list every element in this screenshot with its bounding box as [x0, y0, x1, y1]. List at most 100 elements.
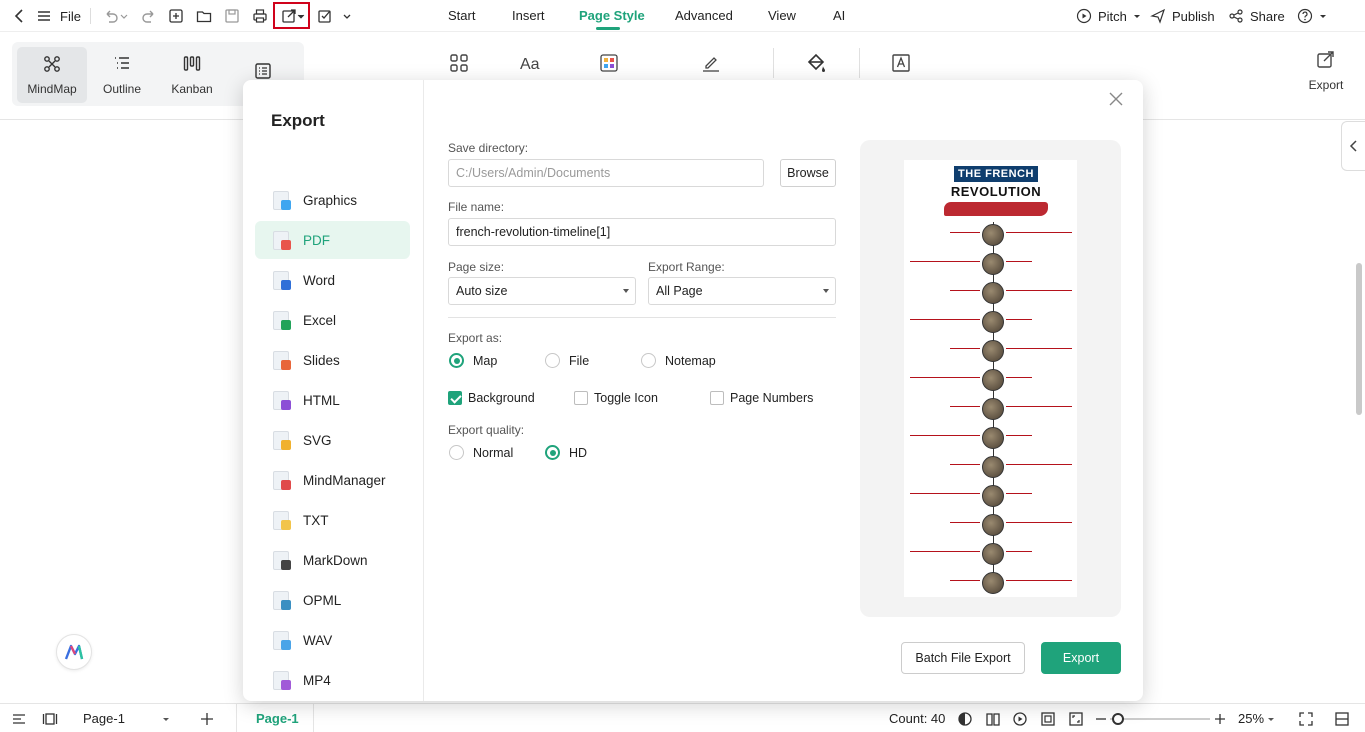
toggle-icon-checkbox[interactable] — [574, 391, 588, 405]
view-outline-button[interactable]: Outline — [87, 47, 157, 103]
theme-icon[interactable] — [957, 711, 973, 727]
format-item-excel[interactable]: Excel — [255, 301, 410, 339]
format-item-wav[interactable]: WAV — [255, 621, 410, 659]
more-dropdown-icon[interactable] — [342, 7, 352, 25]
format-label: MP4 — [303, 672, 331, 688]
print-icon[interactable] — [251, 7, 269, 25]
export-as-map-label: Map — [473, 354, 498, 368]
export-dropdown-icon[interactable] — [297, 7, 305, 25]
ribbon-export-button[interactable]: Export — [1303, 50, 1349, 92]
zoom-out-icon[interactable] — [1093, 711, 1109, 727]
undo-dropdown-icon[interactable] — [120, 7, 128, 25]
undo-icon[interactable] — [102, 7, 120, 25]
file-name-input[interactable]: french-revolution-timeline[1] — [448, 218, 836, 246]
preview-timeline-label-line — [910, 319, 980, 320]
ai-assistant-logo-button[interactable] — [56, 634, 92, 670]
browse-button[interactable]: Browse — [780, 159, 836, 187]
opml-file-icon — [273, 590, 291, 610]
play-icon[interactable] — [1012, 711, 1028, 727]
file-type-badge — [281, 319, 291, 330]
file-menu[interactable]: File — [60, 9, 81, 24]
zoom-slider-track[interactable] — [1110, 718, 1210, 720]
save-icon[interactable] — [223, 7, 241, 25]
font-icon[interactable]: Aa — [518, 52, 540, 74]
format-item-markdown[interactable]: MarkDown — [255, 541, 410, 579]
collapse-panel-icon[interactable] — [1334, 711, 1350, 727]
back-icon[interactable] — [11, 7, 29, 25]
layout-grid-icon[interactable] — [448, 52, 470, 74]
tab-view[interactable]: View — [768, 8, 796, 23]
background-checkbox[interactable] — [448, 391, 462, 405]
quality-normal-radio[interactable] — [449, 445, 464, 460]
format-label: HTML — [303, 392, 340, 408]
export-as-file-radio[interactable] — [545, 353, 560, 368]
zoom-slider-thumb[interactable] — [1112, 713, 1124, 725]
tab-advanced[interactable]: Advanced — [675, 8, 733, 23]
chevron-down-icon[interactable] — [162, 717, 170, 723]
preview-timeline-label-line — [1006, 348, 1072, 349]
share-button[interactable]: Share — [1228, 8, 1285, 24]
background-label: Background — [468, 391, 535, 405]
format-item-opml[interactable]: OPML — [255, 581, 410, 619]
book-icon[interactable] — [985, 711, 1001, 727]
file-type-badge — [281, 639, 291, 650]
word-count: Count: 40 — [889, 711, 946, 726]
format-item-pdf[interactable]: PDF — [255, 221, 410, 259]
format-label: Word — [303, 272, 336, 288]
page-size-select[interactable]: Auto size — [448, 277, 636, 305]
format-item-html[interactable]: HTML — [255, 381, 410, 419]
pdf-file-icon — [273, 230, 291, 250]
add-page-icon[interactable] — [199, 711, 215, 727]
file-type-badge — [281, 239, 291, 250]
vertical-scrollbar[interactable] — [1356, 263, 1362, 415]
publish-button[interactable]: Publish — [1150, 8, 1215, 24]
chevron-down-icon[interactable] — [1267, 717, 1275, 723]
zoom-level[interactable]: 25% — [1238, 711, 1264, 726]
tab-start[interactable]: Start — [448, 8, 475, 23]
format-item-svg[interactable]: SVG — [255, 421, 410, 459]
format-item-txt[interactable]: TXT — [255, 501, 410, 539]
export-as-notemap-radio[interactable] — [641, 353, 656, 368]
redo-icon[interactable] — [140, 7, 158, 25]
signature-pen-icon[interactable] — [700, 52, 722, 74]
view-kanban-button[interactable]: Kanban — [157, 47, 227, 103]
format-item-slides[interactable]: Slides — [255, 341, 410, 379]
zoom-in-icon[interactable] — [1212, 711, 1228, 727]
tab-ai[interactable]: AI — [833, 8, 845, 23]
fit-screen-icon[interactable] — [1068, 711, 1084, 727]
format-item-mp4[interactable]: MP4 — [255, 661, 410, 699]
text-box-icon[interactable] — [890, 52, 912, 74]
format-item-mindmanager[interactable]: MindManager — [255, 461, 410, 499]
side-panel-toggle[interactable] — [1341, 121, 1365, 171]
tab-insert[interactable]: Insert — [512, 8, 545, 23]
view-mindmap-button[interactable]: MindMap — [17, 47, 87, 103]
open-folder-icon[interactable] — [195, 7, 213, 25]
page-panel-icon[interactable] — [42, 711, 58, 727]
page-numbers-checkbox[interactable] — [710, 391, 724, 405]
new-file-icon[interactable] — [167, 7, 185, 25]
preview-timeline-node — [982, 485, 1004, 507]
task-check-icon[interactable] — [316, 7, 334, 25]
format-item-word[interactable]: Word — [255, 261, 410, 299]
close-icon[interactable] — [1109, 92, 1127, 110]
fullscreen-icon[interactable] — [1298, 711, 1314, 727]
ribbon-export-label: Export — [1308, 78, 1344, 92]
quality-hd-radio[interactable] — [545, 445, 560, 460]
export-as-map-radio[interactable] — [449, 353, 464, 368]
toggle-icon-label: Toggle Icon — [594, 391, 658, 405]
sidebar-toggle-icon[interactable] — [11, 711, 27, 727]
batch-file-export-button[interactable]: Batch File Export — [901, 642, 1025, 674]
save-directory-input[interactable]: C:/Users/Admin/Documents — [448, 159, 764, 187]
fill-bucket-icon[interactable] — [805, 52, 827, 74]
export-range-select[interactable]: All Page — [648, 277, 836, 305]
menu-icon[interactable] — [35, 7, 53, 25]
help-button[interactable] — [1297, 8, 1327, 24]
pitch-button[interactable]: Pitch — [1076, 8, 1141, 24]
fit-page-icon[interactable] — [1040, 711, 1056, 727]
theme-palette-icon[interactable] — [598, 52, 620, 74]
page-select[interactable]: Page-1 — [83, 711, 125, 726]
tab-page-style[interactable]: Page Style — [579, 8, 645, 23]
format-item-graphics[interactable]: Graphics — [255, 181, 410, 219]
export-button[interactable]: Export — [1041, 642, 1121, 674]
export-icon[interactable] — [280, 7, 298, 25]
